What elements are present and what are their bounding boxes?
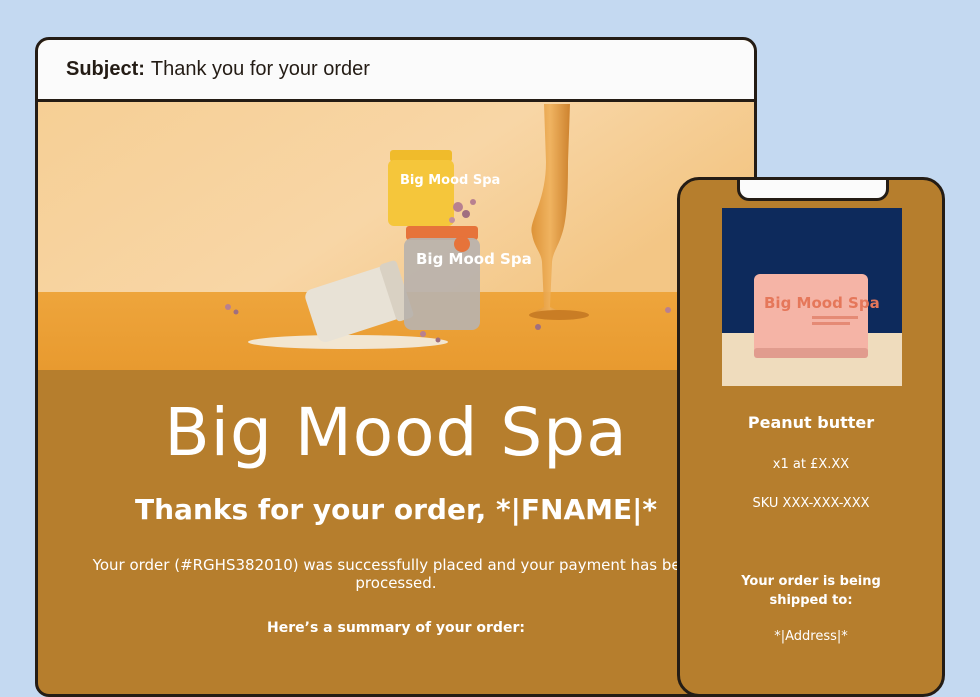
- product-image: Big Mood Spa: [722, 208, 902, 386]
- card-label: Big Mood Spa: [764, 294, 880, 312]
- email-body: Big Mood Spa Thanks for your order, *|FN…: [38, 370, 754, 636]
- order-message: Your order (#RGHS382010) was successfull…: [92, 556, 700, 592]
- product-sku: SKU XXX-XXX-XXX: [752, 496, 870, 511]
- jar-top-label: Big Mood Spa: [400, 173, 500, 188]
- jar-front-label: Big Mood Spa: [416, 250, 532, 268]
- brand-title: Big Mood Spa: [164, 394, 628, 471]
- shipping-address: *|Address|*: [774, 629, 848, 644]
- subject-text: Thank you for your order: [150, 58, 370, 80]
- shipping-label: Your order is being shipped to:: [741, 574, 881, 608]
- subject-label: Subject:: [66, 58, 145, 80]
- mobile-email-preview: Big Mood Spa Peanut butter x1 at £X.XX S…: [677, 177, 945, 697]
- subject-bar: Subject: Thank you for your order: [38, 40, 754, 102]
- product-name: Peanut butter: [747, 413, 875, 432]
- summary-heading: Here’s a summary of your order:: [267, 620, 525, 636]
- product-quantity-price: x1 at £X.XX: [772, 457, 850, 472]
- thanks-heading: Thanks for your order, *|FNAME|*: [135, 493, 657, 526]
- hero-product-image: Big Mood Spa Big Mood Spa: [38, 102, 754, 370]
- phone-notch: [737, 180, 889, 201]
- desktop-email-preview: Subject: Thank you for your order Big Mo…: [35, 37, 757, 697]
